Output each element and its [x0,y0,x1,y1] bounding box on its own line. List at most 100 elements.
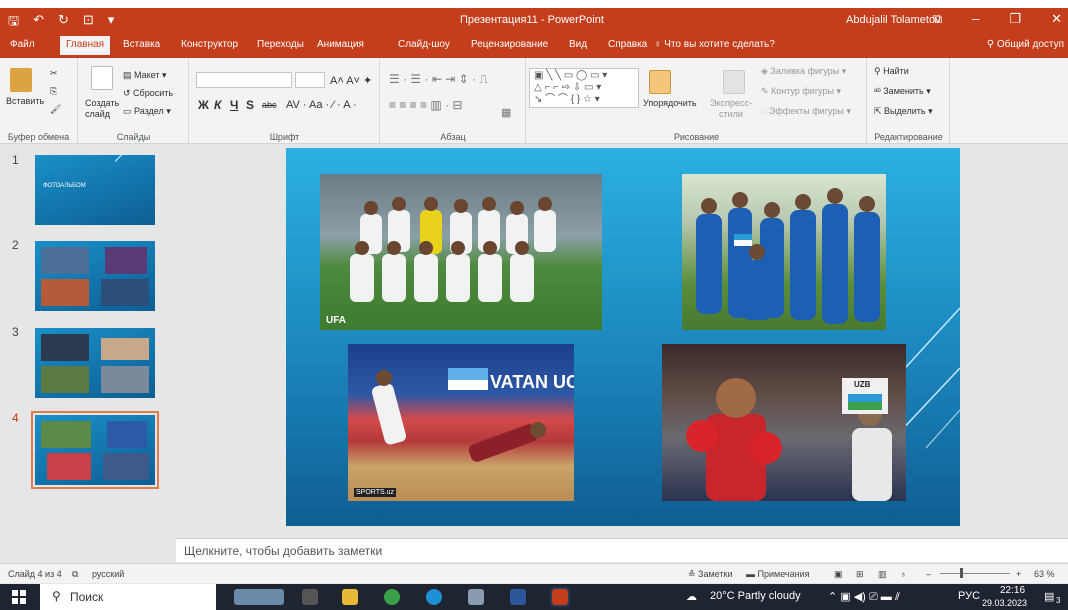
restore-icon[interactable]: ❐ [1009,11,1021,27]
slide-thumbnail-2[interactable] [35,241,155,311]
shape-fill-button[interactable]: ◈ Заливка фигуры ▾ [761,66,846,77]
save-icon[interactable]: 🖫 [8,12,19,34]
tab-help[interactable]: Справка [608,39,647,50]
replace-button[interactable]: ᵃᵇ Заменить ▾ [874,86,931,97]
undo-icon[interactable]: ↶ [33,12,44,34]
font-name-combo[interactable] [196,72,292,88]
slide-thumbnail-3[interactable] [35,328,155,398]
chrome-icon[interactable] [384,589,400,605]
minimize-icon[interactable]: – [972,11,979,27]
zoom-slider-thumb[interactable] [960,568,963,578]
tab-transitions[interactable]: Переходы [257,39,304,50]
notes-pane[interactable]: Щелкните, чтобы добавить заметки [176,538,1068,562]
shape-outline-button[interactable]: ✎ Контур фигуры ▾ [761,86,841,97]
tab-file[interactable]: Файл [10,39,35,50]
paste-icon[interactable] [10,68,32,92]
windows-start-icon[interactable] [12,590,26,607]
new-slide-button[interactable]: Создать слайд [85,98,119,120]
zoom-slider[interactable] [940,573,1010,574]
bold-button[interactable]: Ж [198,98,209,112]
customize-qat-icon[interactable]: ▾ [108,12,115,34]
comments-toggle[interactable]: ▬ Примечания [746,569,809,579]
strikethrough-button[interactable]: abc [262,100,277,110]
font-grow-shrink-icon[interactable]: A˄ A˅ ✦ [330,74,372,87]
weather-icon[interactable]: ☁ [686,590,697,603]
word-icon[interactable] [510,589,526,605]
notification-center-icon[interactable]: ▤ [1044,590,1054,603]
photo-futsal-match[interactable]: VATAN UCH SPORTS.uz [348,344,574,501]
slideshow-view-icon[interactable]: ♁ [900,569,907,579]
spellcheck-icon[interactable]: ⧉ [72,569,78,580]
tab-review[interactable]: Рецензирование [471,39,548,50]
comment-icon: ▬ [746,569,758,579]
tell-me-search[interactable]: ♀ Что вы хотите сделать? [654,39,775,50]
shadow-button[interactable]: S [246,98,254,112]
clock-date[interactable]: 29.03.2023 [982,598,1027,608]
smartart-icon[interactable]: ▦ [501,106,511,119]
list-indent-icons[interactable]: ☰ · ☰ · ⇤ ⇥ ⇕ · ⎍ [389,72,488,87]
tab-design[interactable]: Конструктор [181,39,238,50]
close-icon[interactable]: ✕ [1051,11,1062,27]
notes-toggle[interactable]: ≙ Заметки [688,569,732,580]
user-name[interactable]: Abdujalil Tolametov [846,14,941,26]
slide-sorter-icon[interactable]: ⊞ [856,569,864,580]
layout-button[interactable]: ▤ Макет ▾ [123,70,167,81]
alignment-icons[interactable]: ≡ ≡ ≡ ≡ ▥ · ⊟ [389,98,462,112]
input-language[interactable]: РУС [958,590,980,602]
tray-icons[interactable]: ⌃ ▣ ◀) ⎚ ▬ ⫽ [828,590,900,604]
share-button[interactable]: ⚲ Общий доступ [987,39,1064,50]
clock-time[interactable]: 22:16 [1000,585,1025,596]
find-button[interactable]: ⚲ Найти [874,66,909,77]
app-icon[interactable] [468,589,484,605]
section-button[interactable]: ▭ Раздел ▾ [123,106,171,117]
copy-icon[interactable]: ⎘ [50,86,57,97]
language-indicator[interactable]: русский [92,569,124,579]
cut-icon[interactable]: ✂ [50,68,58,79]
shapes-gallery[interactable]: ▣ ╲ ╲ ▭ ◯ ▭ ▾ △ ⌐ ⌐ ⇨ ⇩ ▭ ▾ ↘ ⌒ ⌒ { } ☆ ▾ [529,68,639,108]
photo-national-team[interactable] [682,174,886,330]
photo-boxing[interactable]: UZB [662,344,906,501]
lightbulb-icon: ♀ [654,39,665,50]
font-spacing-case-color-icons[interactable]: AV · Aa · ⁄ · A · [286,99,357,111]
quick-styles-button[interactable]: Экспресс-стили [707,98,755,120]
underline-button[interactable]: Ч [230,98,238,112]
tab-home[interactable]: Главная [60,36,111,55]
tab-insert[interactable]: Вставка [123,39,160,50]
reading-view-icon[interactable]: ▥ [878,569,887,580]
ribbon-display-options-icon[interactable]: ⧉ [933,11,942,27]
taskbar-search[interactable]: ⚲ Поиск [40,584,216,610]
weather-text[interactable]: 20°C Partly cloudy [710,590,801,602]
italic-button[interactable]: К [214,98,221,112]
tab-view[interactable]: Вид [569,39,587,50]
photo-football-team[interactable]: UFA [320,174,602,330]
team-figures [696,188,880,324]
format-painter-icon[interactable]: 🖌 [50,104,61,115]
shape-effects-button[interactable]: ◌ Эффекты фигуры ▾ [761,106,851,117]
normal-view-icon[interactable]: ▣ [834,569,843,580]
search-highlight-icon[interactable] [234,589,284,605]
tab-slideshow[interactable]: Слайд-шоу [398,39,450,50]
thumb-photo [41,366,89,393]
new-slide-icon[interactable] [91,66,113,90]
edge-icon[interactable] [426,589,442,605]
zoom-level[interactable]: 63 % [1034,569,1055,579]
start-slideshow-icon[interactable]: ⊡ [83,12,94,34]
arrange-icon[interactable] [649,70,671,94]
tab-animations[interactable]: Анимация [317,39,364,50]
document-title: Презентация11 - PowerPoint [460,14,604,26]
select-button[interactable]: ⇱ Выделить ▾ [874,106,933,117]
file-explorer-icon[interactable] [342,589,358,605]
slide-thumbnail-4-selected[interactable] [31,411,159,489]
quick-styles-icon[interactable] [723,70,745,94]
zoom-out-icon[interactable]: – [926,569,931,579]
font-size-combo[interactable] [295,72,325,88]
arrange-button[interactable]: Упорядочить [643,98,697,108]
zoom-in-icon[interactable]: + [1016,569,1021,579]
task-view-icon[interactable] [302,589,318,605]
powerpoint-icon[interactable] [550,587,570,607]
reset-button[interactable]: ↺ Сбросить [123,88,173,99]
paste-button[interactable]: Вставить [6,96,44,106]
slide-thumbnail-1[interactable]: ФОТОАЛЬБОМ [35,135,155,225]
redo-icon[interactable]: ↻ [58,12,69,34]
current-slide[interactable]: UFA VATAN UCH SPORTS.uz [286,148,960,526]
